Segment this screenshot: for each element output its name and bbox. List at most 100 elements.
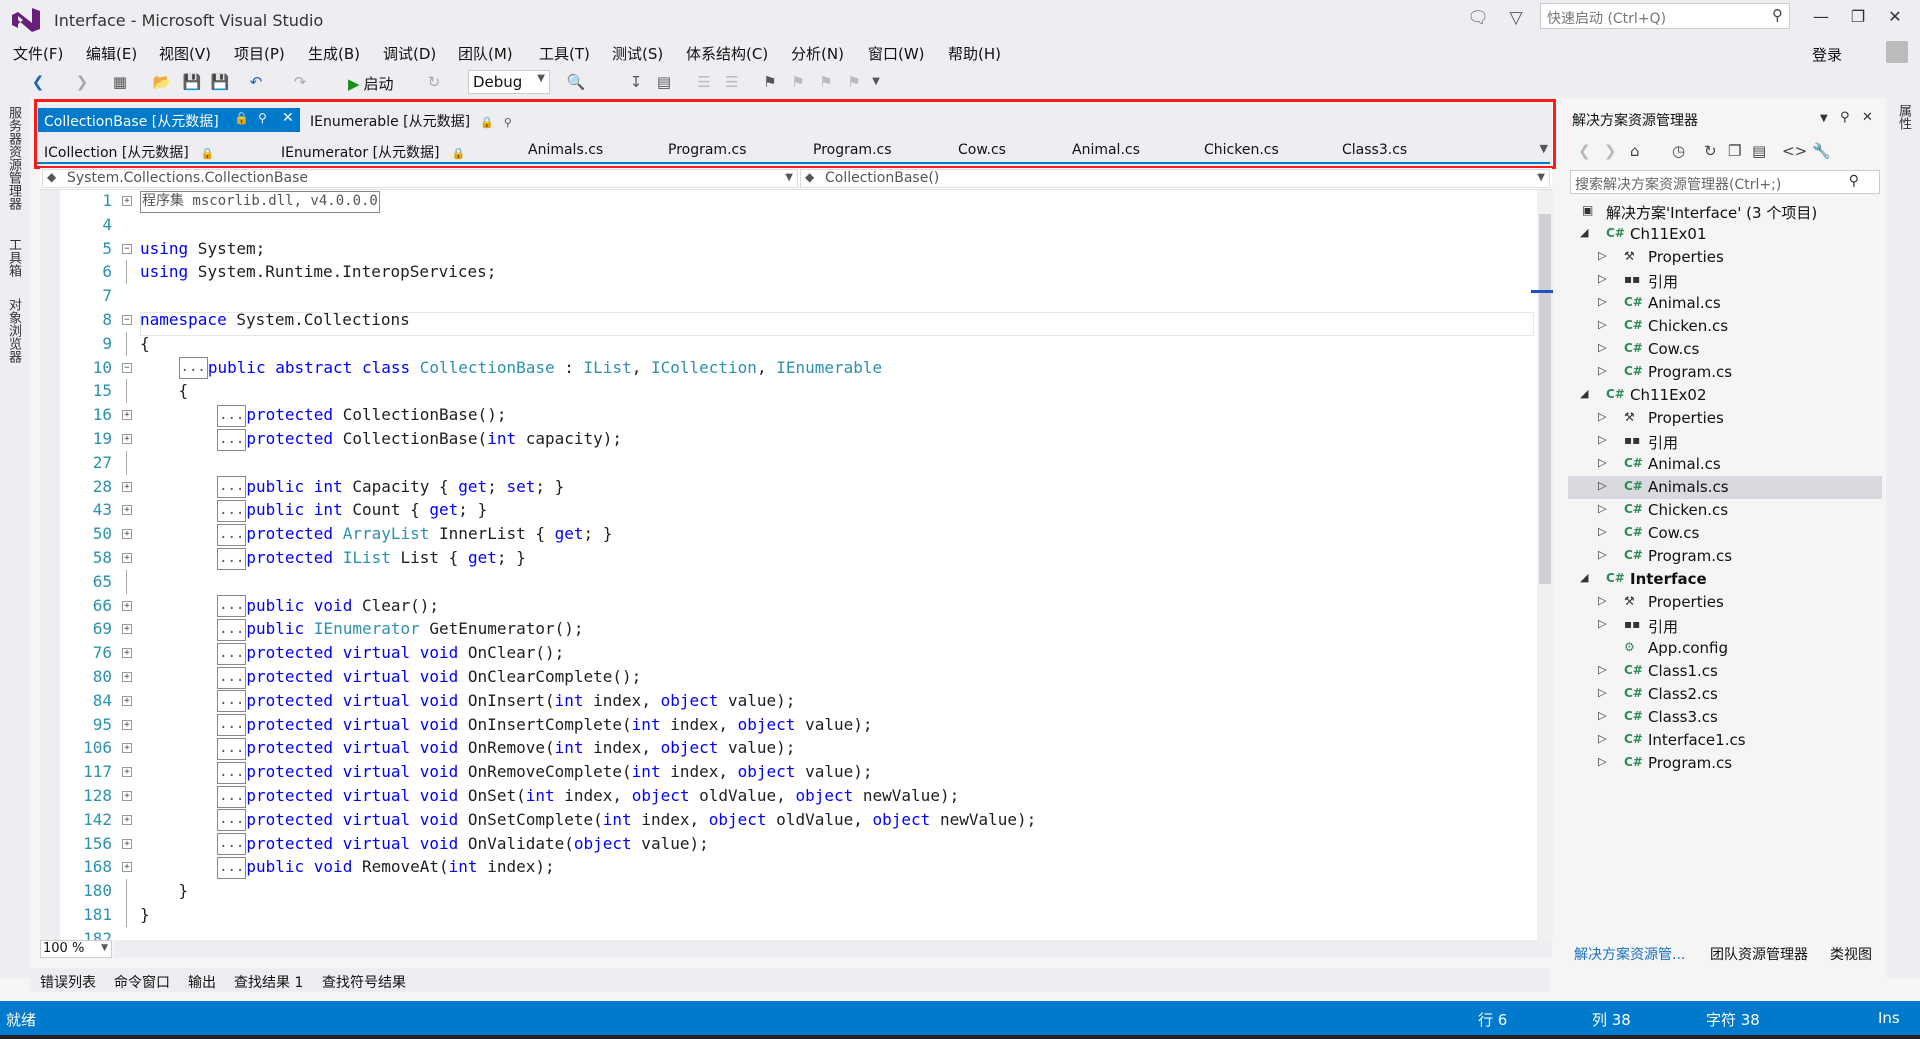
next-bookmark-icon[interactable]: ⚑	[816, 72, 836, 92]
collapsed-arrow-icon[interactable]: ▷	[1598, 525, 1606, 538]
bookmark-icon[interactable]: ⚑	[760, 72, 780, 92]
expand-icon[interactable]: +	[122, 410, 132, 421]
menu-window[interactable]: 窗口(W)	[868, 43, 925, 64]
tab-error-list[interactable]: 错误列表	[40, 972, 96, 992]
tree-item[interactable]: ◢ C# Interface	[1568, 568, 1882, 591]
tab-solution-explorer[interactable]: 解决方案资源管...	[1574, 944, 1685, 964]
collapse-icon[interactable]: −	[122, 315, 132, 325]
comment-icon[interactable]: ☰	[694, 72, 714, 92]
expand-icon[interactable]: +	[122, 505, 132, 516]
expand-icon[interactable]: +	[122, 719, 132, 730]
view-code-icon[interactable]: <>	[1782, 142, 1807, 160]
tree-item[interactable]: ▷ C# Animals.cs	[1568, 476, 1882, 499]
expand-icon[interactable]: +	[122, 481, 132, 492]
tab-chicken-cs[interactable]: Chicken.cs	[1204, 142, 1279, 158]
expand-icon[interactable]: +	[122, 529, 132, 540]
collapsed-arrow-icon[interactable]: ▷	[1598, 548, 1606, 561]
step-icon[interactable]: ↧	[626, 72, 646, 92]
expand-icon[interactable]: +	[122, 648, 132, 659]
tree-item[interactable]: ▷ ⚒ Properties	[1568, 591, 1882, 614]
tab-program-cs[interactable]: Program.cs	[668, 142, 747, 158]
collapsed-arrow-icon[interactable]: ▷	[1598, 272, 1606, 285]
solution-search-input[interactable]: 搜索解决方案资源管理器(Ctrl+;) ⚲	[1570, 170, 1880, 194]
collapsed-arrow-icon[interactable]: ▷	[1598, 341, 1606, 354]
uncomment-icon[interactable]: ☰	[722, 72, 742, 92]
expand-icon[interactable]: +	[122, 624, 132, 635]
tree-item[interactable]: ▷ C# Interface1.cs	[1568, 729, 1882, 752]
tab-list-dropdown-icon[interactable]: ▼	[1540, 142, 1548, 155]
expand-icon[interactable]: +	[122, 743, 132, 754]
clear-bookmarks-icon[interactable]: ⚑	[844, 72, 864, 92]
tree-item[interactable]: ▷ C# Animal.cs	[1568, 292, 1882, 315]
type-dropdown[interactable]: ◆ System.Collections.CollectionBase ▼	[42, 169, 798, 188]
tree-item[interactable]: ▷ C# Program.cs	[1568, 752, 1882, 775]
menu-edit[interactable]: 编辑(E)	[86, 43, 137, 64]
save-icon[interactable]: 💾	[182, 72, 202, 92]
chevron-down-icon[interactable]: ▼	[1820, 113, 1828, 124]
feedback-icon[interactable]: 🗨	[1466, 6, 1490, 30]
menu-architecture[interactable]: 体系结构(C)	[686, 43, 768, 64]
close-button[interactable]: ✕	[1880, 5, 1910, 29]
tree-item[interactable]: ▷ C# Cow.cs	[1568, 522, 1882, 545]
tree-item[interactable]: ▷ ⚒ Properties	[1568, 246, 1882, 269]
collapsed-arrow-icon[interactable]: ▷	[1598, 617, 1606, 630]
collapsed-arrow-icon[interactable]: ▷	[1598, 732, 1606, 745]
home-icon[interactable]: ⌂	[1630, 142, 1640, 160]
history-icon[interactable]: ◷	[1672, 142, 1685, 160]
expand-icon[interactable]: +	[122, 814, 132, 825]
collapsed-arrow-icon[interactable]: ▷	[1598, 663, 1606, 676]
forward-icon[interactable]: ❯	[1604, 142, 1617, 160]
tree-item[interactable]: ▷ ⚒ Properties	[1568, 407, 1882, 430]
menu-build[interactable]: 生成(B)	[308, 43, 360, 64]
tree-item[interactable]: ▷ C# Class3.cs	[1568, 706, 1882, 729]
configuration-select[interactable]: Debug ▼	[468, 70, 550, 94]
redo-icon[interactable]: ↷	[290, 72, 310, 92]
tree-item[interactable]: ▷ C# Chicken.cs	[1568, 499, 1882, 522]
expanded-arrow-icon[interactable]: ◢	[1580, 226, 1588, 239]
toolbox-tab[interactable]: 工具箱	[4, 238, 23, 277]
format-icon[interactable]: ▤	[654, 72, 674, 92]
tab-collectionbase[interactable]: CollectionBase [从元数据] 🔒 ⚲ ✕	[38, 108, 300, 132]
code-editor[interactable]: 1 + 程序集 mscorlib.dll, v4.0.0.0 4 5− using Sys…	[40, 190, 1540, 940]
collapsed-arrow-icon[interactable]: ▷	[1598, 318, 1606, 331]
properties-icon[interactable]: 🔧	[1812, 142, 1831, 160]
minimize-button[interactable]: —	[1806, 5, 1836, 29]
tree-item[interactable]: ▷ C# Program.cs	[1568, 545, 1882, 568]
collapse-icon[interactable]: −	[122, 243, 132, 254]
menu-analyze[interactable]: 分析(N)	[791, 43, 844, 64]
expand-icon[interactable]: +	[122, 600, 132, 611]
collapsed-arrow-icon[interactable]: ▷	[1598, 410, 1606, 423]
menu-file[interactable]: 文件(F)	[13, 43, 63, 64]
menu-debug[interactable]: 调试(D)	[383, 43, 436, 64]
pin-icon[interactable]: ⚲	[1840, 110, 1850, 125]
toolbar-options-icon[interactable]: ▼	[866, 72, 886, 92]
expand-icon[interactable]: +	[122, 553, 132, 563]
avatar[interactable]	[1886, 41, 1908, 63]
vertical-scrollbar[interactable]	[1531, 190, 1553, 940]
collapsed-arrow-icon[interactable]: ▷	[1598, 433, 1606, 446]
prev-bookmark-icon[interactable]: ⚑	[788, 72, 808, 92]
tab-animal-cs[interactable]: Animal.cs	[1072, 142, 1140, 158]
expand-icon[interactable]: +	[122, 838, 132, 849]
member-dropdown[interactable]: ◆ CollectionBase() ▼	[800, 169, 1550, 188]
tab-ienumerable[interactable]: IEnumerable [从元数据] 🔒 ⚲	[310, 111, 512, 131]
expand-icon[interactable]: +	[122, 196, 132, 206]
open-file-icon[interactable]: 📂	[152, 72, 172, 92]
tree-item[interactable]: ▷ ▪▪ 引用	[1568, 430, 1882, 453]
pin-icon[interactable]: ⚲	[504, 116, 512, 129]
collapsed-arrow-icon[interactable]: ▷	[1598, 364, 1606, 377]
collapse-icon[interactable]: −	[122, 362, 132, 373]
menu-tools[interactable]: 工具(T)	[539, 43, 590, 64]
collapsed-arrow-icon[interactable]: ▷	[1598, 502, 1606, 515]
collapsed-arrow-icon[interactable]: ▷	[1598, 479, 1606, 492]
scroll-thumb[interactable]	[1539, 214, 1551, 584]
tab-cow-cs[interactable]: Cow.cs	[958, 142, 1006, 158]
tab-program-cs[interactable]: Program.cs	[813, 142, 892, 158]
collapsed-arrow-icon[interactable]: ▷	[1598, 456, 1606, 469]
tab-command-window[interactable]: 命令窗口	[114, 972, 170, 992]
expand-icon[interactable]: +	[122, 862, 132, 873]
tree-item[interactable]: ◢ C# Ch11Ex01	[1568, 223, 1882, 246]
collapsed-arrow-icon[interactable]: ▷	[1598, 295, 1606, 308]
tab-class-view[interactable]: 类视图	[1830, 944, 1872, 964]
find-in-files-icon[interactable]: 🔍	[566, 72, 586, 92]
